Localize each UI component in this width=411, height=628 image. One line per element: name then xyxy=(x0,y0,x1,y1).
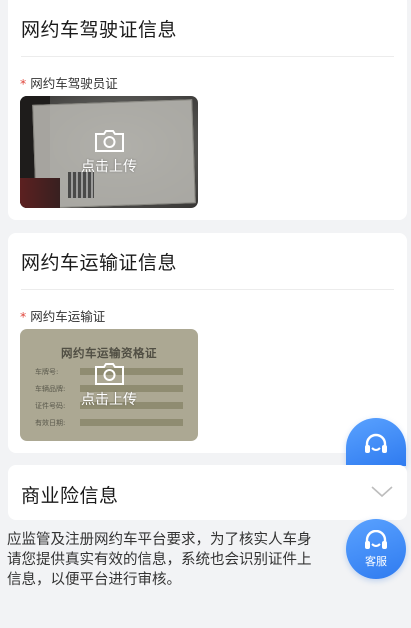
section-divider xyxy=(21,56,394,57)
camera-icon xyxy=(94,362,124,385)
headset-icon xyxy=(365,529,387,549)
driver-license-field-label: * 网约车驾驶员证 xyxy=(20,76,118,91)
insurance-section-title: 商业险信息 xyxy=(21,485,119,507)
upload-label: 点击上传 xyxy=(81,158,137,175)
transport-cert-card: 网约车运输证信息 * 网约车运输证 网约车运输资格证 车牌号: 车辆品牌: 证件号… xyxy=(8,233,407,453)
section-divider xyxy=(21,289,394,290)
insurance-card[interactable]: 商业险信息 xyxy=(8,465,407,520)
notice-line: 信息，以便平台进行审核。 xyxy=(7,572,181,588)
transport-cert-field-label: * 网约车运输证 xyxy=(20,309,106,324)
headset-icon xyxy=(365,433,387,453)
transport-cert-upload[interactable]: 网约车运输资格证 车牌号: 车辆品牌: 证件号码: 有效日期: 点击上传 xyxy=(20,329,198,441)
driver-license-card: 网约车驾驶证信息 * 网约车驾驶员证 点击上传 xyxy=(8,0,407,220)
required-mark: * xyxy=(20,76,27,91)
transport-cert-section-title: 网约车运输证信息 xyxy=(21,252,178,274)
customer-service-button[interactable]: 客服 xyxy=(346,519,406,579)
upload-label: 点击上传 xyxy=(81,391,137,408)
driver-license-section-title: 网约车驾驶证信息 xyxy=(21,19,178,41)
chevron-down-icon[interactable] xyxy=(371,485,393,499)
customer-service-label: 客服 xyxy=(365,554,387,568)
driver-license-upload[interactable]: 点击上传 xyxy=(20,96,198,208)
camera-icon xyxy=(94,129,124,152)
required-mark: * xyxy=(20,309,27,324)
